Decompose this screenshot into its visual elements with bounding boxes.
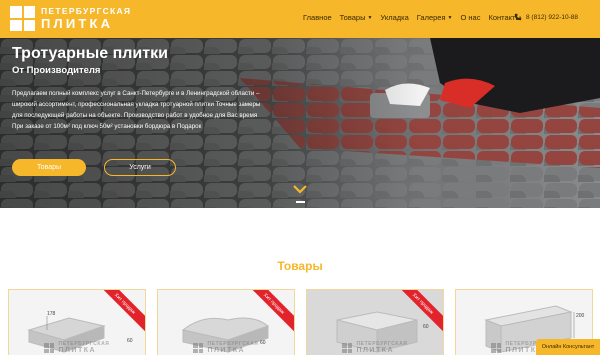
goods-section-title: Товары [277, 259, 323, 273]
hero-subtitle: От Производителя [12, 65, 101, 76]
main-nav: Главное Товары ▼ Укладка Галерея ▼ О нас К… [303, 13, 529, 22]
hero-text-line: широкий ассортимент, профессиональная ук… [12, 101, 261, 108]
nav-item-about[interactable]: О нас [460, 13, 480, 22]
product-card[interactable]: 178 60 Хит продаж ПЕТЕРБУРГСКАЯ ПЛИТКА [8, 289, 146, 355]
hero-banner: Тротуарные плитки От Производителя Предл… [0, 38, 600, 208]
dimension-label: 178 [47, 311, 56, 317]
nav-item-goods[interactable]: Товары ▼ [340, 13, 373, 22]
nav-item-installation[interactable]: Укладка [380, 13, 408, 22]
product-card[interactable]: 60 Хит продаж ПЕТЕРБУРГСКАЯ ПЛИТКА [157, 289, 295, 355]
hero-title: Тротуарные плитки [12, 45, 168, 62]
services-button[interactable]: Услуги [104, 159, 176, 176]
caret-down-icon: ▼ [367, 14, 373, 21]
logo-text-top: ПЕТЕРБУРГСКАЯ [41, 5, 132, 16]
nav-item-main[interactable]: Главное [303, 13, 332, 22]
chevron-down-icon[interactable] [293, 184, 307, 194]
logo-icon [10, 6, 35, 31]
logo-text-bottom: ПЛИТКА [41, 16, 114, 32]
hero-text-line: При заказе от 100м² под ключ 50м² устано… [12, 123, 202, 130]
watermark-logo: ПЕТЕРБУРГСКАЯ ПЛИТКА [307, 342, 443, 354]
logo[interactable]: ПЕТЕРБУРГСКАЯ ПЛИТКА [10, 6, 131, 31]
phone-link[interactable]: 8 (812) 922-10-88 [514, 13, 578, 21]
hero-text-line: Предлагаем полный комплекс услуг в Санкт… [12, 90, 260, 97]
goods-button[interactable]: Товары [12, 159, 86, 176]
online-consultant-button[interactable]: Онлайн Консультант [536, 339, 600, 355]
hero-description: Предлагаем полный комплекс услуг в Санкт… [12, 88, 312, 132]
phone-icon [514, 13, 522, 21]
watermark-logo: ПЕТЕРБУРГСКАЯ ПЛИТКА [9, 342, 145, 354]
nav-item-gallery[interactable]: Галерея ▼ [417, 13, 453, 22]
phone-number: 8 (812) 922-10-88 [526, 13, 579, 21]
site-header: ПЕТЕРБУРГСКАЯ ПЛИТКА Главное Товары ▼ Укл… [0, 0, 600, 38]
dimension-label: 200 [576, 313, 585, 319]
watermark-logo: ПЕТЕРБУРГСКАЯ ПЛИТКА [158, 342, 294, 354]
product-card[interactable]: 60 Хит продаж ПЕТЕРБУРГСКАЯ ПЛИТКА [306, 289, 444, 355]
dimension-label: 60 [423, 324, 429, 330]
caret-down-icon: ▼ [447, 14, 453, 21]
slide-indicator[interactable] [296, 201, 305, 203]
hero-text-line: для последующей работы на объекте. Произ… [12, 112, 258, 119]
